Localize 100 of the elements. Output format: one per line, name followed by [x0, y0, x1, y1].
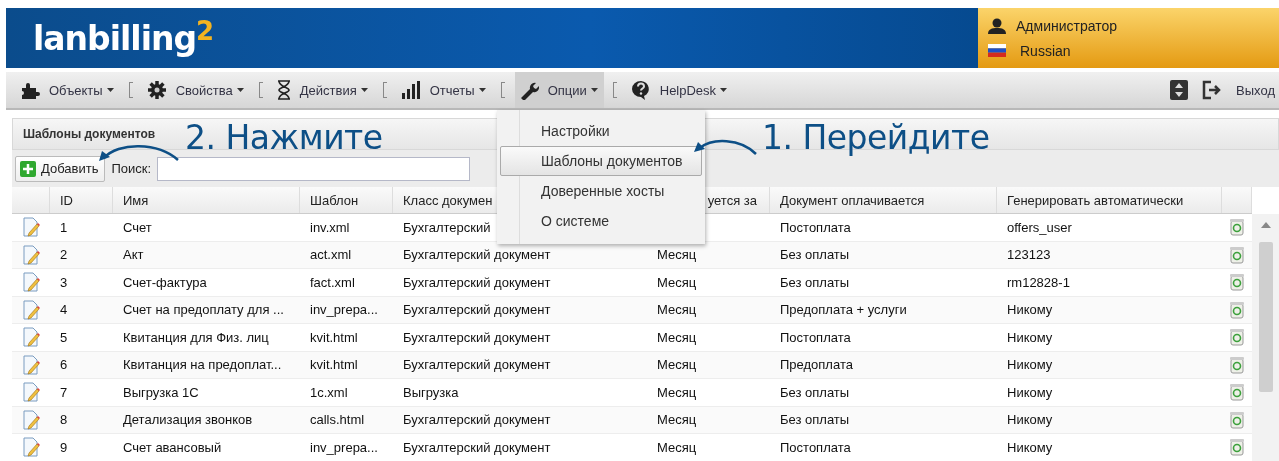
logout-link[interactable]: Выход: [1202, 80, 1275, 100]
column-header[interactable]: ID: [60, 192, 73, 208]
table-cell: Постоплата: [780, 219, 851, 235]
hourglass-icon: [276, 80, 291, 100]
caret-icon: [720, 88, 728, 92]
table-cell: calls.html: [310, 412, 365, 428]
table-cell: Никому: [1007, 412, 1053, 428]
nav-menu-item[interactable]: Свойства: [142, 72, 250, 108]
caret-icon: [478, 88, 486, 92]
menu-item[interactable]: О системе: [500, 206, 702, 236]
table-cell: Детализация звонков: [123, 412, 253, 428]
recycle-bin-icon[interactable]: [1230, 438, 1244, 457]
edit-document-icon[interactable]: [22, 327, 40, 348]
nav-menu-item[interactable]: Отчеты: [396, 72, 492, 108]
table-cell: kvit.html: [310, 329, 358, 345]
user-icon: [988, 17, 1006, 34]
table-cell: Счет-фактура: [123, 274, 207, 290]
flag-icon: [988, 44, 1006, 57]
caret-icon: [106, 88, 114, 92]
table-cell: Никому: [1007, 329, 1053, 345]
table-cell: Бухгалтерский документ: [403, 439, 551, 455]
table-cell: Счет авансовый: [123, 439, 222, 455]
table-cell: Бухгалтерский документ: [403, 274, 551, 290]
recycle-bin-icon[interactable]: [1230, 328, 1244, 347]
recycle-bin-icon[interactable]: [1230, 355, 1244, 374]
table-cell: inv_prepa...: [310, 439, 378, 455]
table-cell: Акт: [123, 247, 144, 263]
search-field[interactable]: [157, 156, 471, 181]
table-cell: fact.xml: [310, 274, 355, 290]
table-cell: Бухгалтерский документ: [403, 302, 551, 318]
table-cell: 123123: [1007, 247, 1051, 263]
edit-document-icon[interactable]: [22, 382, 40, 403]
table-cell: Предоплата + услуги: [780, 302, 907, 318]
edit-document-icon[interactable]: [22, 299, 40, 320]
column-header[interactable]: Имя: [123, 192, 149, 208]
table-cell: inv.xml: [310, 219, 350, 235]
plus-icon: [20, 160, 36, 177]
table-cell: 7: [60, 384, 68, 400]
edit-document-icon[interactable]: [22, 354, 40, 375]
recycle-bin-icon[interactable]: [1230, 273, 1244, 292]
logout-icon: [1202, 80, 1223, 100]
table-cell: Счет на предоплату для ...: [123, 302, 284, 318]
recycle-bin-icon[interactable]: [1230, 245, 1244, 264]
logo: lanbilling: [33, 18, 197, 58]
table-cell: Бухгалтерский документ: [403, 357, 551, 373]
menu-item[interactable]: Доверенные хосты: [500, 176, 702, 206]
table-cell: Никому: [1007, 302, 1053, 318]
nav-menu-item[interactable]: Опции: [514, 72, 604, 108]
table-cell: 6: [60, 357, 68, 373]
column-header[interactable]: Шаблон: [310, 192, 359, 208]
scroll-up-arrow-icon[interactable]: [1260, 222, 1271, 228]
table-cell: offers_user: [1007, 219, 1072, 235]
edit-document-icon[interactable]: [22, 409, 40, 430]
table-cell: 1: [60, 219, 68, 235]
table-cell: 1c.xml: [310, 384, 348, 400]
table-cell: Квитанция для Физ. лиц: [123, 329, 269, 345]
add-button[interactable]: Добавить: [15, 155, 106, 182]
language[interactable]: Russian: [1020, 42, 1071, 59]
table-cell: 2: [60, 247, 68, 263]
table-cell: Бухгалтерский документ: [403, 329, 551, 345]
menu-item[interactable]: Шаблоны документов: [500, 146, 702, 176]
edit-document-icon[interactable]: [22, 217, 40, 238]
column-header[interactable]: Документ оплачивается: [780, 192, 925, 208]
recycle-bin-icon[interactable]: [1230, 410, 1244, 429]
column-header[interactable]: уется за: [707, 192, 757, 208]
table-cell: kvit.html: [310, 357, 358, 373]
table-cell: Месяц: [657, 384, 697, 400]
table-cell: act.xml: [310, 247, 352, 263]
fullscreen-icon[interactable]: [1170, 80, 1189, 100]
table-cell: rm12828-1: [1007, 274, 1070, 290]
nav-menu-item[interactable]: Действия: [272, 72, 374, 108]
table-cell: Месяц: [657, 357, 697, 373]
gear-icon: [146, 80, 167, 100]
column-header[interactable]: Класс докумен: [403, 192, 493, 208]
user-name[interactable]: Администратор: [1016, 17, 1117, 34]
recycle-bin-icon[interactable]: [1230, 300, 1244, 319]
nav-menu-item[interactable]: HelpDesk: [626, 72, 734, 108]
table-cell: Постоплата: [780, 329, 851, 345]
table-cell: Выгрузка: [403, 384, 459, 400]
nav-menu-item[interactable]: Объекты: [16, 72, 120, 108]
edit-document-icon[interactable]: [22, 272, 40, 293]
table-cell: 5: [60, 329, 68, 345]
table-cell: Месяц: [657, 439, 697, 455]
menu-item[interactable]: Настройки: [500, 116, 702, 146]
edit-document-icon[interactable]: [22, 244, 40, 265]
search-label: Поиск:: [111, 161, 152, 176]
recycle-bin-icon[interactable]: [1230, 383, 1244, 402]
table-cell: Месяц: [657, 274, 697, 290]
table-cell: Бухгалтерский: [403, 219, 491, 235]
step-annotation: 1. Перейдите: [762, 118, 990, 157]
step-annotation: 2. Нажмите: [185, 118, 383, 157]
bar-chart-icon: [400, 81, 421, 99]
edit-document-icon[interactable]: [22, 437, 40, 458]
scrollbar[interactable]: [1252, 214, 1279, 461]
table-cell: Выгрузка 1С: [123, 384, 199, 400]
table-cell: Месяц: [657, 247, 697, 263]
table-cell: inv_prepa...: [310, 302, 378, 318]
column-header[interactable]: Генерировать автоматически: [1007, 192, 1184, 208]
recycle-bin-icon[interactable]: [1230, 218, 1244, 237]
table-cell: Без оплаты: [780, 384, 850, 400]
